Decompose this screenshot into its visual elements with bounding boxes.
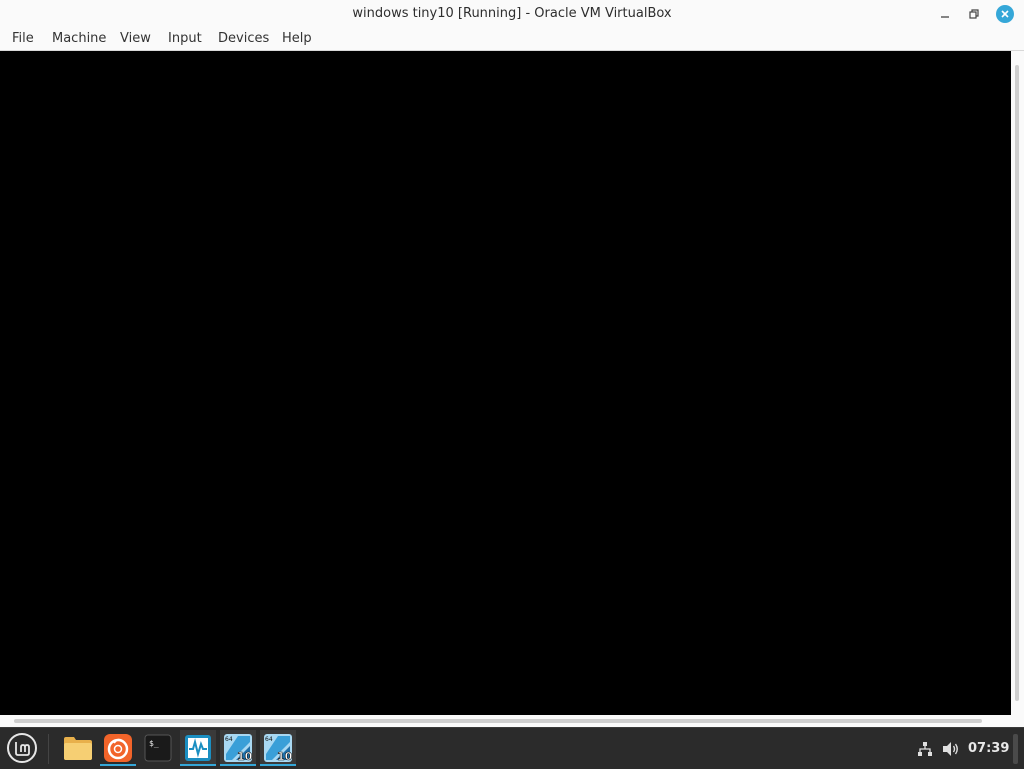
network-icon (918, 742, 932, 756)
linux-mint-menu-icon (7, 733, 37, 763)
running-indicator (100, 764, 136, 766)
restore-icon (969, 9, 979, 19)
tiny10-vm-icon: 64 10 (264, 734, 293, 763)
menu-machine[interactable]: Machine (52, 31, 106, 46)
tiny10-vm-window-2[interactable]: 64 10 (260, 730, 296, 766)
vm-display[interactable] (0, 51, 1011, 715)
volume-tray-button[interactable] (942, 740, 960, 758)
minimize-button[interactable] (936, 5, 954, 23)
running-indicator (220, 764, 256, 766)
svg-text:64: 64 (265, 736, 273, 743)
taskbar-separator (48, 734, 49, 764)
network-tray-button[interactable] (916, 740, 934, 758)
file-manager-launcher[interactable] (60, 730, 96, 766)
virtualbox-manager-launcher[interactable] (180, 730, 216, 766)
menu-input[interactable]: Input (168, 31, 202, 46)
tiny10-vm-icon: 64 10 (224, 734, 253, 763)
clock[interactable]: 07:39 (968, 741, 1009, 756)
menu-view[interactable]: View (120, 31, 151, 46)
firefox-launcher[interactable] (100, 730, 136, 766)
horizontal-scrollbar-thumb[interactable] (14, 719, 982, 723)
minimize-icon (941, 16, 949, 18)
restore-button[interactable] (965, 5, 983, 23)
menu-bar: File Machine View Input Devices Help (0, 28, 1024, 51)
start-menu-button[interactable] (4, 730, 40, 766)
close-icon (1001, 10, 1009, 18)
svg-text:10: 10 (237, 750, 253, 763)
vertical-scrollbar[interactable] (1011, 51, 1024, 715)
firefox-icon (104, 734, 132, 762)
menu-file[interactable]: File (12, 31, 34, 46)
title-bar[interactable]: windows tiny10 [Running] - Oracle VM Vir… (0, 0, 1024, 28)
running-indicator (260, 764, 296, 766)
svg-text:64: 64 (225, 736, 233, 743)
running-indicator (180, 764, 216, 766)
svg-text:10: 10 (277, 750, 293, 763)
taskbar: $_ 64 10 64 10 07:39 (0, 727, 1024, 769)
svg-text:$_: $_ (149, 739, 159, 748)
show-desktop-button[interactable] (1013, 734, 1018, 764)
virtualbox-manager-icon (185, 735, 211, 761)
terminal-launcher[interactable]: $_ (140, 730, 176, 766)
menu-help[interactable]: Help (282, 31, 312, 46)
vertical-scrollbar-thumb[interactable] (1015, 65, 1019, 701)
window-title: windows tiny10 [Running] - Oracle VM Vir… (352, 6, 672, 21)
tiny10-vm-window-1[interactable]: 64 10 (220, 730, 256, 766)
folder-icon (64, 737, 92, 760)
menu-devices[interactable]: Devices (218, 31, 269, 46)
terminal-icon: $_ (144, 734, 172, 762)
virtualbox-window: windows tiny10 [Running] - Oracle VM Vir… (0, 0, 1024, 727)
close-button[interactable] (996, 5, 1014, 23)
volume-icon (943, 742, 958, 756)
horizontal-scrollbar[interactable] (0, 715, 1024, 727)
